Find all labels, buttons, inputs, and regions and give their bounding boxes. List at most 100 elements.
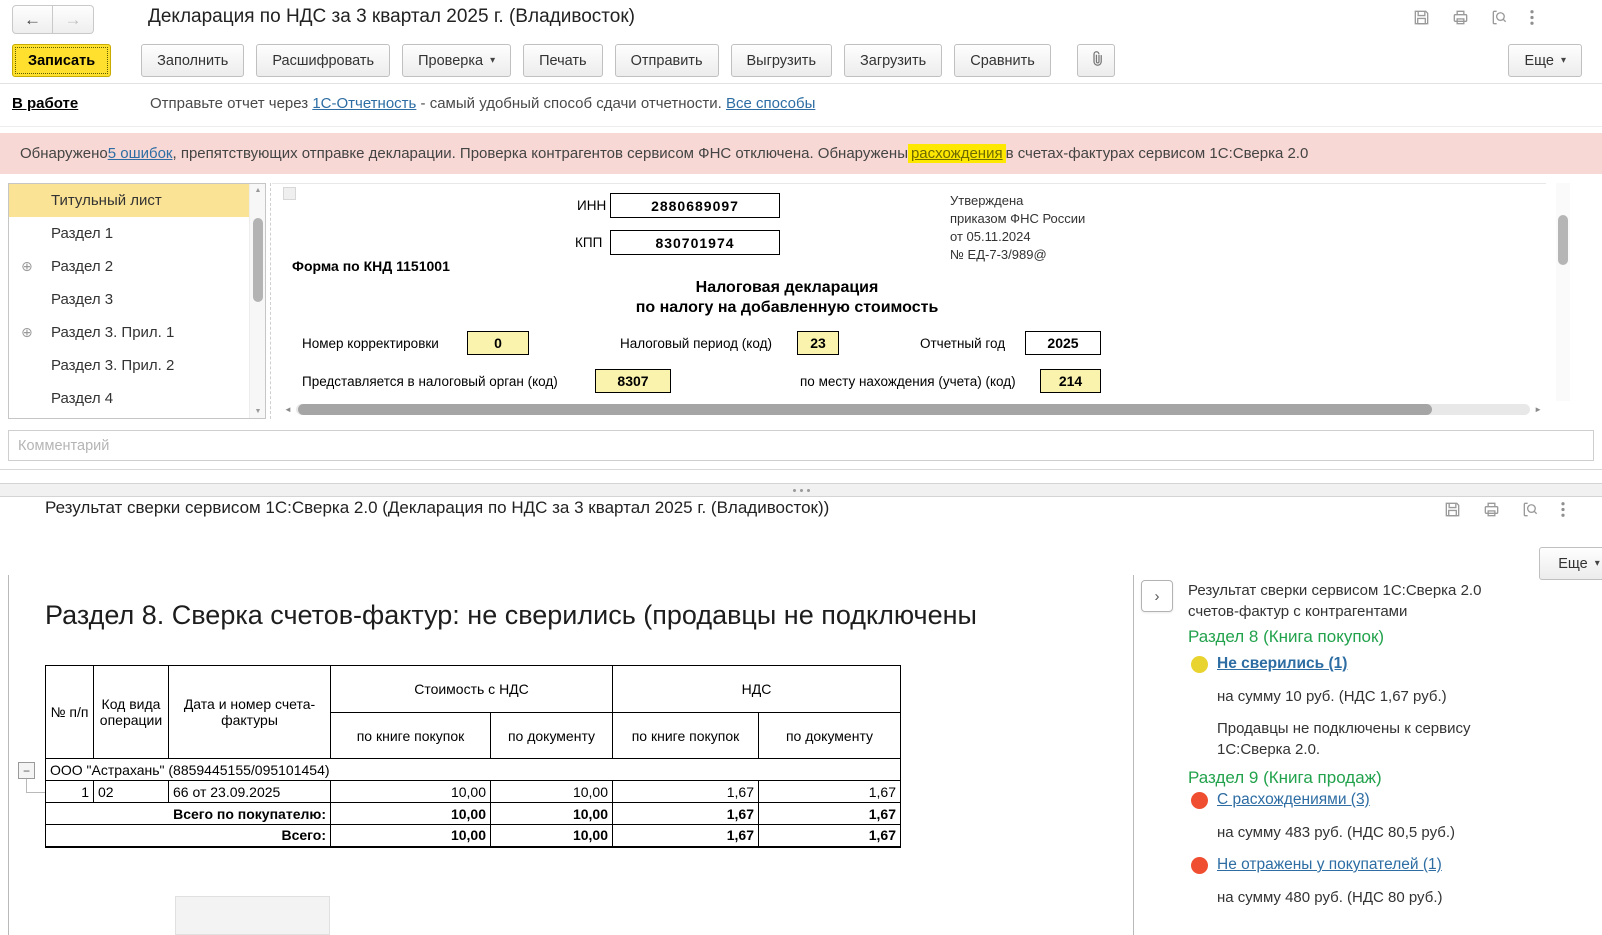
sidebar-item-section4[interactable]: Раздел 4 (9, 382, 249, 415)
not-reflected-link[interactable]: Не отражены у покупателей (1) (1217, 856, 1442, 874)
print-icon[interactable] (1451, 8, 1470, 27)
col-header-vat-book: по книге покупок (612, 712, 759, 759)
sidebar-scrollbar[interactable]: ▲ ▼ (249, 184, 265, 418)
all-methods-link[interactable]: Все способы (726, 95, 815, 112)
check-button[interactable]: Проверка ▾ (402, 44, 512, 77)
table-row[interactable]: 1 02 66 от 23.09.2025 10,00 10,00 1,67 1… (45, 780, 901, 803)
declaration-title-line1: Налоговая декларация (695, 279, 879, 296)
location-field[interactable]: 214 (1040, 369, 1101, 393)
with-discrepancies-link[interactable]: С расхождениями (3) (1217, 791, 1370, 809)
paperclip-icon (1087, 49, 1105, 72)
chevron-down-icon: ▾ (490, 55, 496, 66)
sidebar-item-section3-app1[interactable]: ⊕ Раздел 3. Прил. 1 (9, 316, 249, 349)
form-hscroll-thumb[interactable] (298, 404, 1432, 415)
send-button[interactable]: Отправить (614, 44, 719, 77)
window2-header-icons (1443, 500, 1566, 519)
panel-header-line1: Результат сверки сервисом 1С:Сверка 2.0 (1188, 582, 1482, 599)
comment-input[interactable] (8, 430, 1594, 461)
expand-icon[interactable]: ⊕ (21, 324, 33, 341)
collapse-group-icon[interactable]: − (18, 762, 35, 779)
sidebar-item-label: Раздел 3. Прил. 1 (51, 324, 175, 341)
compare-button[interactable]: Сравнить (954, 44, 1051, 77)
banner-text: Обнаружено (20, 145, 108, 162)
decrypt-button[interactable]: Расшифровать (256, 44, 391, 77)
sidebar-scrollbar-thumb[interactable] (253, 218, 263, 302)
scroll-down-icon[interactable]: ▼ (250, 408, 265, 415)
sidebar-item-section3[interactable]: Раздел 3 (9, 283, 249, 316)
section9-sum1-text: на сумму 483 руб. (НДС 80,5 руб.) (1217, 824, 1455, 841)
kpp-field[interactable]: 830701974 (610, 230, 780, 255)
discrepancies-link[interactable]: расхождения (907, 144, 1006, 163)
save-button[interactable]: Записать (12, 44, 112, 77)
year-field[interactable]: 2025 (1025, 331, 1101, 355)
more-dots-icon[interactable] (1560, 500, 1566, 519)
search-preview-icon[interactable] (1521, 500, 1540, 519)
not-verified-row: Не сверились (1) (1188, 655, 1347, 673)
grand-total-vat-doc: 1,67 (758, 824, 901, 848)
print-icon[interactable] (1482, 500, 1501, 519)
more-button-window1[interactable]: Еще ▾ (1508, 44, 1582, 77)
attachment-button[interactable] (1076, 44, 1115, 77)
inn-field[interactable]: 2880689097 (610, 193, 780, 218)
cell-vat-book[interactable]: 1,67 (612, 780, 759, 803)
reporting-service-link[interactable]: 1С-Отчетность (312, 95, 416, 112)
cell-num[interactable]: 1 (45, 780, 94, 803)
clipped-header-icon[interactable]: ⋮ (1596, 502, 1602, 519)
clipped-header-icon[interactable]: ⋮ (1596, 10, 1602, 27)
cell-vat-doc[interactable]: 1,67 (758, 780, 901, 803)
form-vertical-scrollbar[interactable] (1556, 183, 1570, 401)
scroll-left-icon[interactable]: ◄ (284, 405, 292, 414)
sidebar-item-section3-app2[interactable]: Раздел 3. Прил. 2 (9, 349, 249, 382)
approved-by-block: Утверждена приказом ФНС России от 05.11.… (950, 192, 1085, 264)
knd-form-label: Форма по КНД 1151001 (292, 258, 450, 274)
forward-button[interactable]: → (53, 5, 94, 34)
not-verified-link[interactable]: Не сверились (1) (1217, 655, 1347, 673)
period-label: Налоговый период (код) (620, 336, 772, 351)
total-buyer-cost-book: 10,00 (330, 802, 491, 825)
chevron-right-icon: › (1154, 587, 1160, 605)
not-reflected-row: Не отражены у покупателей (1) (1188, 856, 1442, 874)
red-status-icon (1191, 856, 1208, 874)
cell-cost-doc[interactable]: 10,00 (490, 780, 613, 803)
section8-sum-text: на сумму 10 руб. (НДС 1,67 руб.) (1217, 688, 1447, 705)
sidebar-item-section2[interactable]: ⊕ Раздел 2 (9, 250, 249, 283)
status-separator (0, 126, 1602, 127)
tree-line (26, 792, 45, 793)
print-button[interactable]: Печать (523, 44, 603, 77)
save-icon[interactable] (1412, 8, 1431, 27)
correction-field[interactable]: 0 (467, 331, 529, 355)
form-vscroll-thumb[interactable] (1558, 215, 1568, 265)
report-state-link[interactable]: В работе (12, 95, 78, 112)
back-arrow-icon: ← (24, 9, 41, 29)
fill-button[interactable]: Заполнить (141, 44, 245, 77)
cell-cost-book[interactable]: 10,00 (330, 780, 491, 803)
sidebar-form-splitter[interactable] (270, 183, 271, 419)
back-button[interactable]: ← (12, 5, 53, 34)
period-field[interactable]: 23 (797, 331, 839, 355)
location-label: по месту нахождения (учета) (код) (800, 374, 1016, 389)
sidebar-item-section1[interactable]: Раздел 1 (9, 217, 249, 250)
more-dots-icon[interactable] (1529, 8, 1535, 27)
window-splitter[interactable] (0, 483, 1602, 497)
scroll-right-icon[interactable]: ► (1534, 405, 1542, 414)
total-buyer-vat-doc: 1,67 (758, 802, 901, 825)
cell-opcode[interactable]: 02 (93, 780, 169, 803)
import-button[interactable]: Загрузить (844, 44, 943, 77)
group-row-counterparty[interactable]: ООО "Астрахань" (8859445155/095101454) (45, 758, 901, 781)
year-label: Отчетный год (920, 336, 1006, 351)
search-preview-icon[interactable] (1490, 8, 1509, 27)
authority-field[interactable]: 8307 (595, 369, 671, 393)
scroll-up-icon[interactable]: ▲ (250, 187, 265, 194)
more-button-window2[interactable]: Еще ▾ (1539, 547, 1602, 580)
sidebar-item-label: Раздел 3 (51, 291, 114, 308)
export-button[interactable]: Выгрузить (730, 44, 832, 77)
save-icon[interactable] (1443, 500, 1462, 519)
grand-total-row: Всего: 10,00 10,00 1,67 1,67 (45, 824, 901, 848)
section8-note-line2: 1С:Сверка 2.0. (1217, 741, 1321, 758)
cell-invoice[interactable]: 66 от 23.09.2025 (168, 780, 331, 803)
expand-icon[interactable]: ⊕ (21, 258, 33, 275)
errors-count-link[interactable]: 5 ошибок (108, 145, 173, 162)
form-horizontal-scrollbar[interactable]: ◄ ► (282, 402, 1544, 417)
panel-collapse-button[interactable]: › (1141, 580, 1173, 612)
sidebar-item-title-page[interactable]: Титульный лист (9, 184, 249, 217)
